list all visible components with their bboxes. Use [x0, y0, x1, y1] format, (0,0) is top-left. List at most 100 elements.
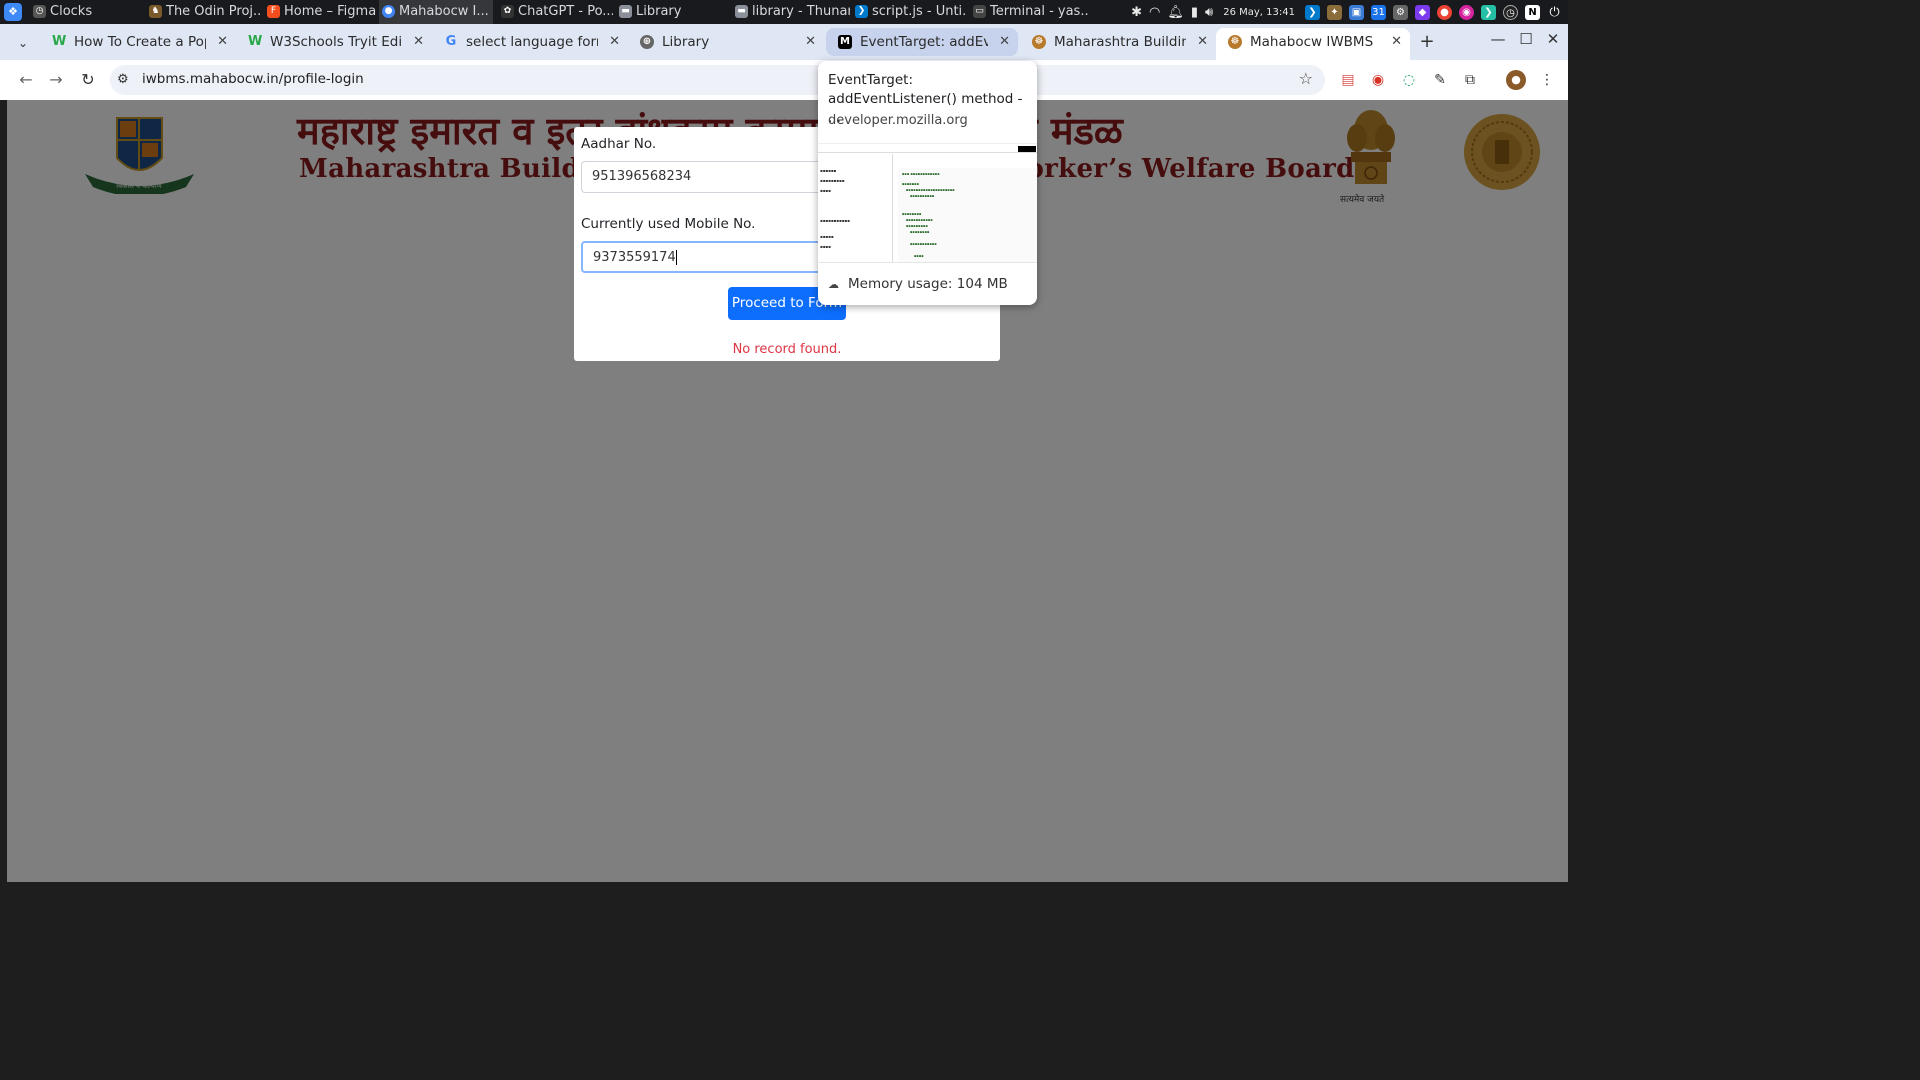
taskbar-item-thunar[interactable]: ▬ library - Thunar: [732, 0, 850, 24]
taskbar-item-label: ChatGPT - Po...: [518, 4, 613, 19]
w-favicon-icon: W: [248, 34, 263, 49]
new-tab-button[interactable]: +: [1416, 31, 1438, 52]
tab-close-icon[interactable]: ✕: [1197, 28, 1208, 56]
back-arrow-icon[interactable]: ←: [14, 68, 38, 92]
thumbnail-signup-button: [1018, 146, 1036, 152]
w-favicon-icon: W: [52, 34, 67, 49]
taskbar-item-library[interactable]: ▬ Library: [616, 0, 728, 24]
tab-title: How To Create a Popup: [74, 34, 206, 50]
tab-maharashtra-building[interactable]: ☸ Maharashtra Building ✕: [1020, 28, 1216, 56]
tab-close-icon[interactable]: ✕: [609, 28, 620, 56]
obsidian-icon[interactable]: ◆: [1415, 4, 1430, 20]
browser-toolbar: ← → ↻ ⚙ iwbms.mahabocw.in/profile-login …: [0, 60, 1568, 100]
board-emblem-favicon-icon: ☸: [1228, 35, 1242, 49]
taskbar-item-label: Library: [636, 4, 682, 19]
screenshot-icon[interactable]: ▣: [1349, 4, 1364, 20]
color-app-icon[interactable]: ◉: [1459, 4, 1474, 20]
chrome-icon: ●: [382, 5, 395, 18]
tab-w3schools[interactable]: W W3Schools Tryit Editor ✕: [236, 28, 432, 56]
bluetooth-icon[interactable]: ✱: [1131, 5, 1142, 20]
close-window-icon[interactable]: ✕: [1543, 30, 1563, 48]
profile-avatar[interactable]: ●: [1506, 70, 1526, 90]
maximize-window-icon[interactable]: ☐: [1516, 30, 1536, 48]
tab-search-chevron-icon[interactable]: ⌄: [12, 32, 34, 54]
page-content: विकास व कल्याण महाराष्ट्र इमारत व इतर बा…: [7, 100, 1568, 882]
tab-title: Mahabocw IWBMS: [1250, 34, 1374, 50]
browser-tab-strip: ⌄ W How To Create a Popup ✕ W W3Schools …: [0, 24, 1568, 60]
tab-library[interactable]: ⊕ Library ✕: [628, 28, 824, 56]
taskbar-item-label: Terminal - yas...: [990, 4, 1088, 19]
mdn-favicon-icon: M: [838, 35, 852, 49]
taskbar-item-vscode[interactable]: ❯ script.js - Unti...: [852, 0, 967, 24]
system-tray: ✱ ◠ 🔔︎ ▮ 🔊︎ 26 May, 13:41 ❯ ✦ ▣ 31 ⚙ ◆ ●…: [1131, 0, 1562, 24]
taskbar-item-figma[interactable]: F Home – Figma: [264, 0, 376, 24]
taskbar-item-chatgpt[interactable]: ✿ ChatGPT - Po...: [498, 0, 613, 24]
tab-close-icon[interactable]: ✕: [413, 28, 424, 56]
minimize-window-icon[interactable]: —: [1488, 30, 1508, 48]
tab-title: Library: [662, 34, 710, 50]
tab-title: EventTarget: addEvent: [860, 34, 988, 50]
address-bar[interactable]: ⚙ iwbms.mahabocw.in/profile-login ☆: [110, 65, 1325, 95]
notification-bell-icon[interactable]: 🔔︎: [1167, 5, 1184, 20]
tab-mdn-eventtarget[interactable]: M EventTarget: addEvent ✕: [826, 28, 1018, 56]
extensions-puzzle-icon[interactable]: ⧉: [1460, 70, 1480, 90]
vscode-icon[interactable]: ❯: [1305, 4, 1320, 20]
memory-usage-text: Memory usage: 104 MB: [848, 276, 1008, 292]
url-text[interactable]: iwbms.mahabocw.in/profile-login: [142, 71, 364, 87]
browser-menu-icon[interactable]: ⋮: [1537, 70, 1557, 90]
wifi-icon[interactable]: ◠: [1149, 5, 1160, 20]
record-extension-icon[interactable]: ◉: [1368, 70, 1388, 90]
taskbar-item-clocks[interactable]: ◷ Clocks: [30, 0, 140, 24]
bookmark-star-icon[interactable]: ☆: [1299, 69, 1313, 88]
memory-icon: ☁: [828, 278, 839, 291]
forward-arrow-icon[interactable]: →: [44, 68, 68, 92]
battery-icon[interactable]: ▮: [1191, 5, 1198, 20]
tab-preview-thumbnail: ▪▪▪▪▪▪ ▪▪▪▪▪▪▪▪▪ ▪▪▪▪ ▪▪▪▪▪▪▪▪▪▪▪ ▪▪▪▪▪ …: [818, 143, 1037, 263]
taskbar-item-label: library - Thunar: [752, 4, 850, 19]
thumbnail-navbar: [818, 144, 1037, 153]
reload-icon[interactable]: ↻: [76, 68, 100, 92]
chrome-tray-icon[interactable]: ●: [1437, 4, 1452, 20]
taskbar-item-label: Clocks: [50, 4, 93, 19]
system-clock[interactable]: 26 May, 13:41: [1223, 7, 1295, 18]
terminal-icon: ▭: [973, 5, 986, 18]
globe-icon: ⊕: [640, 35, 654, 49]
thumbnail-code-block: ▪▪▪ ▪▪▪▪▪▪▪▪▪▪▪▪ ▪▪▪▪▪▪▪ ▪▪▪▪▪▪▪▪▪▪▪▪▪▪▪…: [898, 168, 1037, 262]
text-caret: [675, 250, 677, 265]
tab-close-icon[interactable]: ✕: [217, 28, 228, 56]
tab-close-icon[interactable]: ✕: [999, 28, 1010, 56]
vscode-insiders-icon[interactable]: ❯: [1481, 4, 1496, 20]
aadhar-label: Aadhar No.: [581, 136, 657, 152]
taskbar-item-label: Mahabocw I...: [399, 4, 489, 19]
taskbar-item-label: The Odin Proj...: [166, 4, 261, 19]
color-extension-icon[interactable]: ◌: [1399, 70, 1419, 90]
tab-close-icon[interactable]: ✕: [1391, 28, 1402, 56]
app-launcher-icon[interactable]: ❖: [4, 3, 22, 21]
figma-icon: F: [267, 5, 280, 18]
tab-popup-howto[interactable]: W How To Create a Popup ✕: [40, 28, 236, 56]
tab-close-icon[interactable]: ✕: [805, 28, 816, 56]
tab-hover-card: EventTarget: addEventListener() method -…: [818, 61, 1037, 305]
settings-tray-icon[interactable]: ⚙: [1393, 4, 1408, 20]
notion-icon[interactable]: N: [1525, 4, 1540, 20]
clock-app-icon[interactable]: ◷: [1503, 4, 1518, 20]
taskbar-item-odin[interactable]: ♞ The Odin Proj...: [146, 0, 261, 24]
site-info-icon[interactable]: ⚙: [117, 72, 129, 87]
pdf-extension-icon[interactable]: ▤: [1338, 70, 1358, 90]
taskbar-item-label: script.js - Unti...: [872, 4, 967, 19]
clock-icon: ◷: [33, 5, 46, 18]
tab-title: Maharashtra Building: [1054, 34, 1186, 50]
tab-mahabocw-iwbms[interactable]: ☸ Mahabocw IWBMS ✕: [1216, 28, 1410, 60]
volume-icon[interactable]: 🔊︎: [1205, 5, 1213, 20]
tab-title: select language form i: [466, 34, 598, 50]
tab-title: W3Schools Tryit Editor: [270, 34, 402, 50]
gimp-icon[interactable]: ✦: [1327, 4, 1342, 20]
taskbar-item-label: Home – Figma: [284, 4, 376, 19]
taskbar-item-chrome[interactable]: ● Mahabocw I...: [379, 0, 493, 24]
picker-extension-icon[interactable]: ✎: [1430, 70, 1450, 90]
power-icon[interactable]: ⏻: [1547, 5, 1562, 20]
tab-google-search[interactable]: G select language form i ✕: [432, 28, 628, 56]
memory-usage: ☁ Memory usage: 104 MB: [828, 276, 1008, 292]
taskbar-item-terminal[interactable]: ▭ Terminal - yas...: [970, 0, 1088, 24]
calendar-icon[interactable]: 31: [1371, 4, 1386, 20]
